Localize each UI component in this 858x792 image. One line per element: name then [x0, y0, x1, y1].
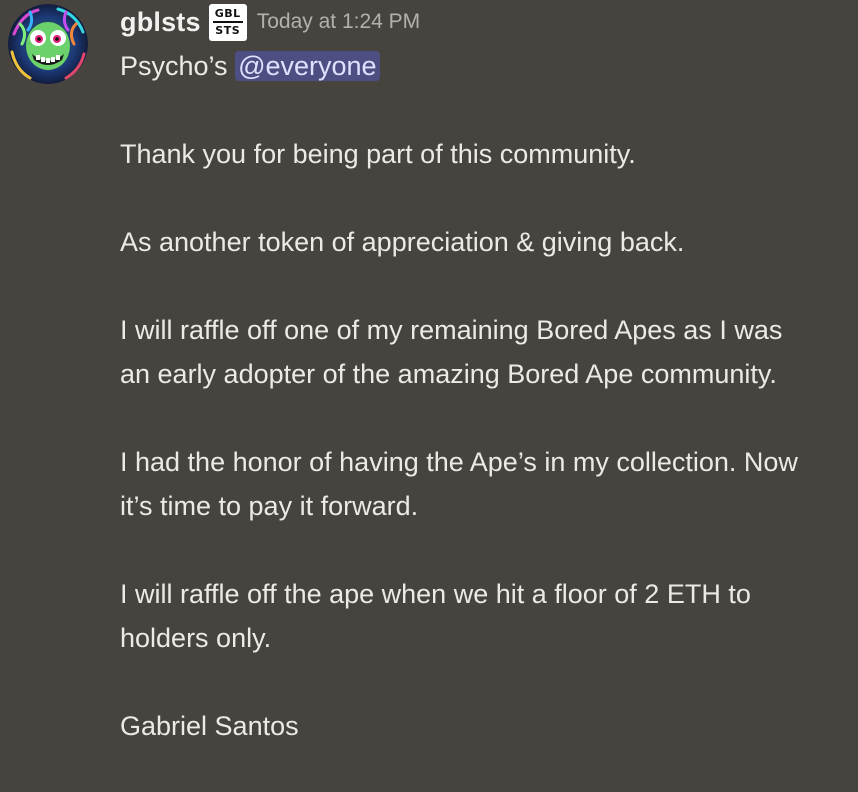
message-header: gblsts GBL STS Today at 1:24 PM [120, 2, 420, 42]
message-paragraph: Thank you for being part of this communi… [120, 139, 636, 169]
message-timestamp[interactable]: Today at 1:24 PM [257, 10, 420, 34]
message-paragraph: I will raffle off the ape when we hit a … [120, 579, 751, 653]
server-tag-line1: GBL [214, 7, 241, 20]
message-paragraph: As another token of appreciation & givin… [120, 227, 685, 257]
author-username[interactable]: gblsts [120, 7, 201, 38]
everyone-mention[interactable]: @everyone [235, 51, 380, 81]
message-paragraph: I had the honor of having the Ape’s in m… [120, 447, 798, 521]
signature-line: Gabriel Santos [120, 711, 299, 741]
server-tag-divider [212, 21, 243, 23]
greeting-text: Psycho’s [120, 51, 228, 81]
user-avatar[interactable] [8, 4, 88, 84]
message-paragraph: I will raffle off one of my remaining Bo… [120, 315, 783, 389]
message-content: Psycho’s @everyone Thank you for being p… [120, 44, 810, 748]
greeting-line: Psycho’s @everyone [120, 44, 810, 88]
psychedelic-goblin-avatar-icon [8, 4, 88, 84]
server-tag-line2: STS [215, 24, 241, 37]
chat-message: gblsts GBL STS Today at 1:24 PM Psycho’s… [0, 0, 858, 792]
server-tag-badge[interactable]: GBL STS [208, 3, 247, 41]
